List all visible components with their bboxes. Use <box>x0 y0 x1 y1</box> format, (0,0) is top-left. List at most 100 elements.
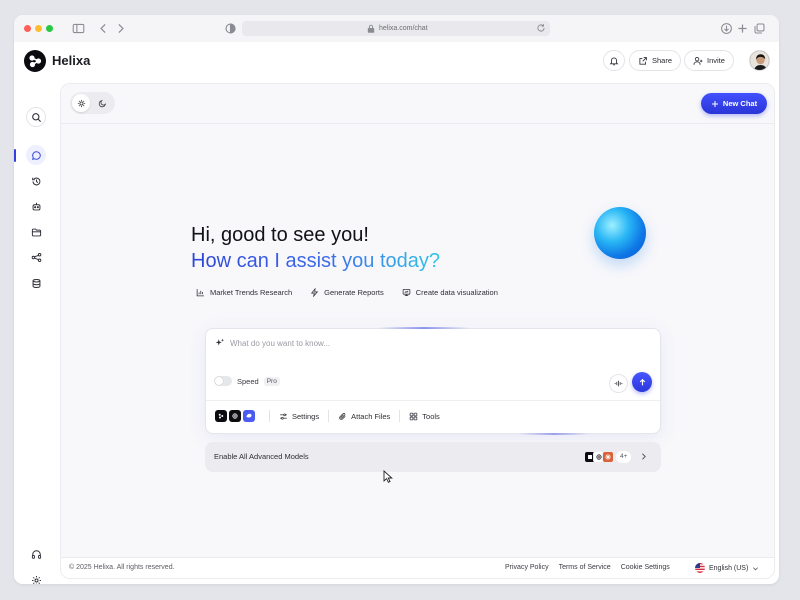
sidebar-item-chat[interactable] <box>26 145 46 165</box>
chat-main-panel: New Chat Hi, good to see you! How can I … <box>60 83 775 579</box>
tools-button[interactable]: Tools <box>404 412 445 421</box>
mouse-cursor-icon <box>383 470 394 483</box>
copyright-text: © 2025 Helixa. All rights reserved. <box>69 564 175 571</box>
share-button[interactable]: Share <box>629 50 682 71</box>
sidebar-toggle-icon[interactable] <box>72 22 85 35</box>
moon-icon <box>98 99 106 107</box>
minimize-window-button[interactable] <box>35 25 42 32</box>
greeting-subtitle: How can I assist you today? <box>191 250 441 272</box>
invite-button[interactable]: Invite <box>684 50 734 71</box>
footer: © 2025 Helixa. All rights reserved. Priv… <box>61 557 774 578</box>
suggestion-generate-reports[interactable]: Generate Reports <box>303 283 391 302</box>
tool-label: Tools <box>422 411 440 421</box>
sidebar <box>14 82 60 584</box>
advanced-models-label: Enable All Advanced Models <box>214 452 309 461</box>
back-arrow-icon[interactable] <box>97 22 110 35</box>
sidebar-item-files[interactable] <box>26 222 46 242</box>
user-avatar[interactable] <box>749 50 770 71</box>
openai-model-icon[interactable] <box>229 410 241 422</box>
light-theme-option[interactable] <box>72 94 90 112</box>
sidebar-item-share[interactable] <box>26 247 46 267</box>
model-avatar-stack <box>584 451 614 463</box>
chat-toolbar: New Chat <box>61 84 774 124</box>
theme-toggle[interactable] <box>70 92 115 114</box>
tool-label: Settings <box>292 411 320 421</box>
sun-icon <box>77 99 85 107</box>
lock-icon <box>367 24 375 33</box>
add-user-icon <box>693 56 703 65</box>
sparkle-icon <box>215 338 225 348</box>
download-icon[interactable] <box>720 22 733 35</box>
sidebar-item-database[interactable] <box>26 273 46 293</box>
gear-icon <box>31 575 41 584</box>
address-bar[interactable]: helixa.com/chat <box>242 21 550 36</box>
tab-overview-icon[interactable] <box>753 22 766 35</box>
history-icon <box>31 177 40 185</box>
spark-model-icon <box>602 451 614 463</box>
reload-icon[interactable] <box>536 23 546 33</box>
headphones-icon <box>31 549 41 559</box>
url-text: helixa.com/chat <box>379 25 428 32</box>
grid-icon <box>410 412 418 420</box>
chevron-right-icon[interactable] <box>639 452 648 461</box>
sidebar-item-history[interactable] <box>26 171 46 191</box>
forward-arrow-icon[interactable] <box>114 22 127 35</box>
suggestion-data-visualization[interactable]: Create data visualization <box>394 283 505 302</box>
chevron-down-icon <box>753 566 759 570</box>
privacy-policy-link[interactable]: Privacy Policy <box>505 564 549 571</box>
settings-tool-button[interactable]: Settings <box>274 412 324 421</box>
maximize-window-button[interactable] <box>46 25 53 32</box>
greeting: Hi, good to see you! How can I assist yo… <box>191 222 440 274</box>
bell-icon <box>609 56 619 65</box>
search-icon <box>31 112 41 122</box>
sidebar-item-support[interactable] <box>26 544 46 564</box>
sidebar-item-bots[interactable] <box>26 196 46 216</box>
prompt-input[interactable] <box>230 336 590 350</box>
share-nodes-icon <box>31 252 41 262</box>
arrow-up-icon <box>639 378 645 385</box>
notifications-button[interactable] <box>603 50 625 71</box>
voice-input-button[interactable] <box>609 374 628 393</box>
pro-badge: Pro <box>263 376 280 386</box>
helixa-logo-icon[interactable] <box>24 50 46 72</box>
app-name: Helixa <box>52 53 91 68</box>
cookie-settings-link[interactable]: Cookie Settings <box>621 564 670 571</box>
monitor-icon <box>402 289 411 296</box>
tool-separator <box>269 410 270 422</box>
speed-label: Speed <box>237 376 259 386</box>
advanced-models-bar[interactable]: Enable All Advanced Models 4+ <box>205 442 661 472</box>
sidebar-item-settings[interactable] <box>26 570 46 584</box>
prompt-tools: Settings Attach Files Tools <box>215 410 445 422</box>
chat-bubble-icon <box>31 150 41 160</box>
assistant-orb <box>594 207 646 259</box>
sidebar-item-search[interactable] <box>26 107 46 127</box>
footer-links: Privacy Policy Terms of Service Cookie S… <box>505 564 670 571</box>
attach-files-button[interactable]: Attach Files <box>333 412 395 421</box>
helixa-model-icon[interactable] <box>215 410 227 422</box>
terms-of-service-link[interactable]: Terms of Service <box>559 564 611 571</box>
speed-control: Speed Pro <box>214 376 280 386</box>
privacy-shield-icon[interactable] <box>224 22 237 35</box>
us-flag-icon <box>695 563 705 573</box>
dark-theme-option[interactable] <box>93 94 111 112</box>
sliders-icon <box>280 413 287 419</box>
new-chat-button[interactable]: New Chat <box>701 93 767 114</box>
waveform-icon <box>614 380 623 387</box>
language-selector[interactable]: English (US) <box>695 563 759 573</box>
share-label: Share <box>652 56 673 65</box>
close-window-button[interactable] <box>24 25 31 32</box>
assistant-model-icon[interactable] <box>243 410 255 422</box>
prompt-divider <box>206 400 660 401</box>
send-button[interactable] <box>632 372 652 392</box>
language-label: English (US) <box>709 564 749 572</box>
suggestion-label: Generate Reports <box>324 288 384 297</box>
model-selector[interactable] <box>215 410 255 422</box>
greeting-title: Hi, good to see you! <box>191 224 369 246</box>
robot-icon <box>32 202 40 210</box>
new-tab-icon[interactable] <box>736 22 749 35</box>
paperclip-icon <box>339 412 346 420</box>
suggestion-market-trends[interactable]: Market Trends Research <box>189 283 300 302</box>
suggestion-chips: Market Trends Research Generate Reports … <box>189 283 505 302</box>
speed-toggle[interactable] <box>214 376 232 386</box>
suggestion-label: Create data visualization <box>415 288 498 297</box>
